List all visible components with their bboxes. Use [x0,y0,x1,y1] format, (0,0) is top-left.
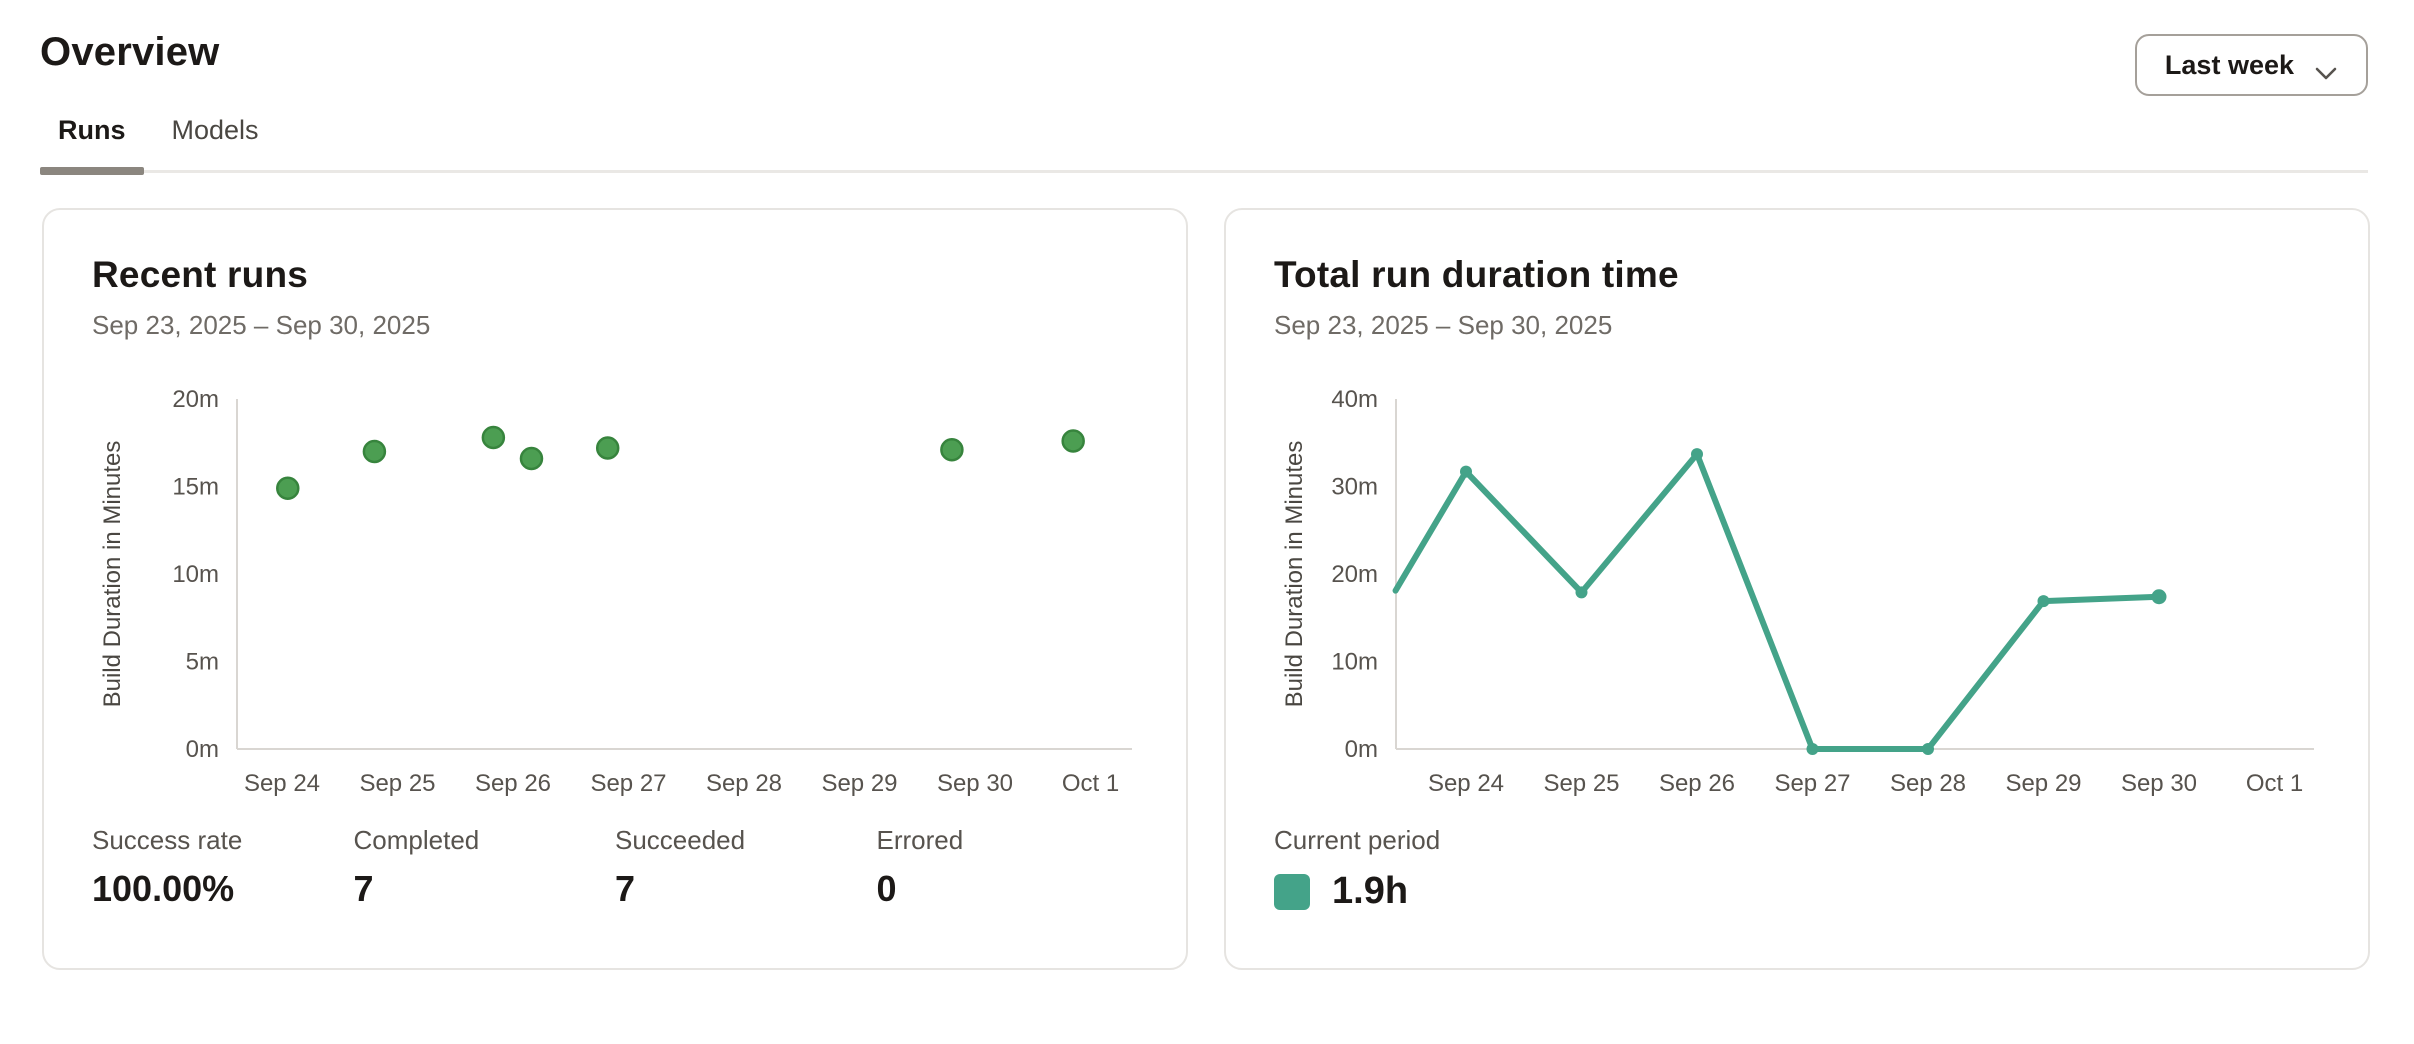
svg-text:Sep 25: Sep 25 [359,770,435,797]
svg-text:5m: 5m [186,649,219,676]
cards-row: Recent runs Sep 23, 2025 – Sep 30, 2025 … [42,208,2370,970]
svg-text:Sep 26: Sep 26 [1659,770,1735,797]
svg-text:Oct 1: Oct 1 [1062,770,1119,797]
svg-text:Sep 28: Sep 28 [706,770,782,797]
svg-text:Sep 26: Sep 26 [475,770,551,797]
period-selector-button[interactable]: Last week [2135,34,2368,96]
svg-text:Build Duration in Minutes: Build Duration in Minutes [1281,441,1308,708]
legend-swatch [1274,874,1310,910]
tab-bar: Runs Models [40,115,2368,173]
stat-label: Errored [877,825,1139,856]
svg-text:Sep 25: Sep 25 [1543,770,1619,797]
svg-text:30m: 30m [1331,474,1378,501]
legend-value: 1.9h [1332,870,1408,913]
svg-text:15m: 15m [172,474,219,501]
line-chart: 0m 10m 20m 30m 40m Sep 24 Sep 25 Sep 26 Sep 27 Se… [1274,377,2324,809]
stat-label: Succeeded [615,825,877,856]
svg-text:10m: 10m [1331,649,1378,676]
svg-text:Sep 27: Sep 27 [1774,770,1850,797]
stat-value: 0 [877,868,1139,910]
tab-models[interactable]: Models [172,115,259,170]
tab-runs-label: Runs [58,115,126,145]
total-duration-chart: 0m 10m 20m 30m 40m Sep 24 Sep 25 Sep 26 Sep 27 Se… [1274,377,2320,809]
tab-runs[interactable]: Runs [58,115,126,170]
stat-completed: Completed 7 [354,825,616,910]
tab-models-label: Models [172,115,259,145]
stat-label: Success rate [92,825,354,856]
svg-text:Sep 24: Sep 24 [244,770,320,797]
svg-text:10m: 10m [172,561,219,588]
svg-text:Sep 30: Sep 30 [937,770,1013,797]
run-stats-row: Success rate 100.00% Completed 7 Succeed… [92,825,1138,910]
svg-text:40m: 40m [1331,386,1378,413]
page-header: Overview Last week [0,0,2414,75]
scatter-chart: 0m 5m 10m 15m 20m Sep 24 Sep 25 Sep 26 Sep 27 Sep… [92,377,1142,809]
recent-runs-chart: 0m 5m 10m 15m 20m Sep 24 Sep 25 Sep 26 Sep 27 Sep… [92,377,1138,809]
card-title: Total run duration time [1274,254,2320,296]
svg-text:Sep 29: Sep 29 [821,770,897,797]
stat-succeeded: Succeeded 7 [615,825,877,910]
total-run-duration-card: Total run duration time Sep 23, 2025 – S… [1224,208,2370,970]
svg-text:0m: 0m [1345,736,1378,763]
stat-success-rate: Success rate 100.00% [92,825,354,910]
page-title: Overview [40,30,2368,75]
stat-value: 7 [615,868,877,910]
legend-label: Current period [1274,825,2320,856]
period-selector-label: Last week [2165,50,2294,81]
stat-value: 100.00% [92,868,354,910]
svg-text:Sep 27: Sep 27 [590,770,666,797]
svg-text:Build Duration in Minutes: Build Duration in Minutes [99,441,126,708]
legend-row: 1.9h [1274,870,2320,913]
stat-label: Completed [354,825,616,856]
chart-legend: Current period 1.9h [1274,825,2320,913]
svg-text:20m: 20m [172,386,219,413]
card-title: Recent runs [92,254,1138,296]
svg-text:Sep 28: Sep 28 [1890,770,1966,797]
svg-text:Sep 24: Sep 24 [1428,770,1504,797]
stat-errored: Errored 0 [877,825,1139,910]
svg-text:Oct 1: Oct 1 [2246,770,2303,797]
svg-text:0m: 0m [186,736,219,763]
active-tab-indicator [40,167,144,175]
card-date-range: Sep 23, 2025 – Sep 30, 2025 [92,310,1138,341]
svg-text:Sep 29: Sep 29 [2005,770,2081,797]
svg-text:20m: 20m [1331,561,1378,588]
chevron-down-icon [2314,57,2338,73]
recent-runs-card: Recent runs Sep 23, 2025 – Sep 30, 2025 … [42,208,1188,970]
stat-value: 7 [354,868,616,910]
svg-text:Sep 30: Sep 30 [2121,770,2197,797]
card-date-range: Sep 23, 2025 – Sep 30, 2025 [1274,310,2320,341]
